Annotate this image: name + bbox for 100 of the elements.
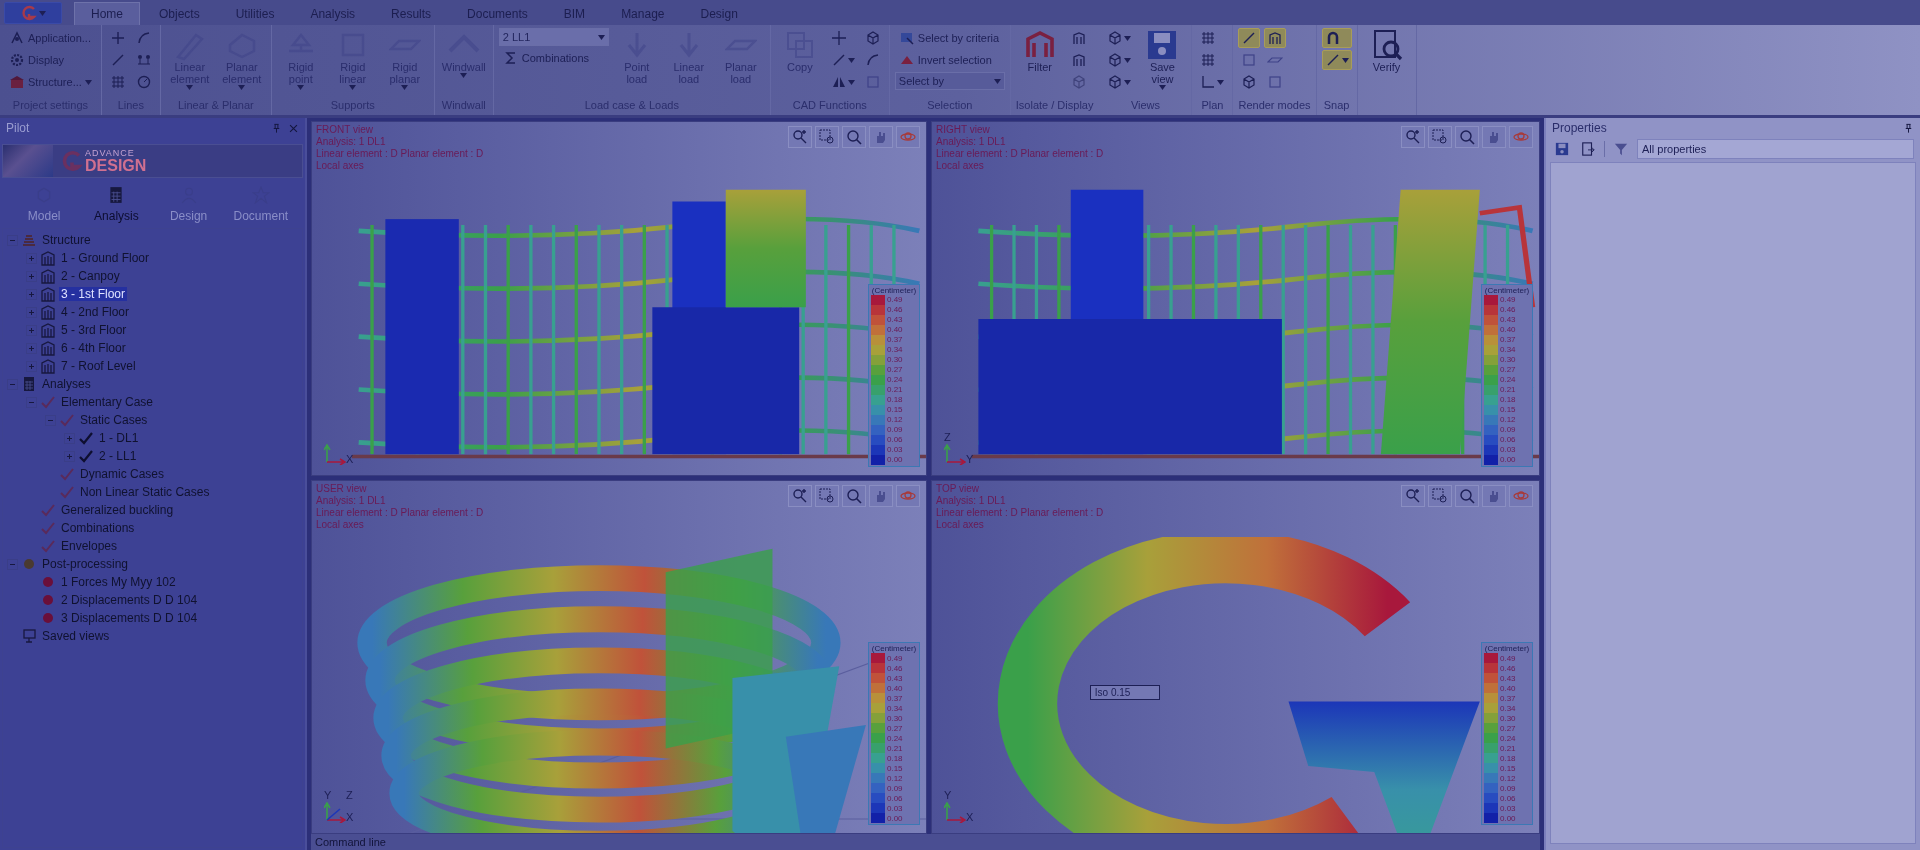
ribbon-tab[interactable]: Utilities [218,2,292,25]
group-title: Views [1129,98,1162,113]
viewport-info: Analysis: 1 DL1 [316,136,386,148]
tool-button[interactable] [1321,50,1352,70]
tool-button[interactable] [1238,28,1261,48]
ribbon-button[interactable]: Structure... [5,72,96,92]
ribbon-button[interactable]: Select by criteria [894,28,1005,48]
zoom-window-button[interactable] [1428,126,1452,148]
tool-button[interactable] [1264,28,1287,48]
ribbon-tab[interactable]: Results [374,2,449,25]
expand-icon[interactable] [64,432,75,444]
ribbon-tab[interactable]: Design [683,2,755,25]
tree-item[interactable]: Envelopes [59,539,120,553]
pilot-tab[interactable]: Analysis [83,180,150,226]
tree-item[interactable]: 7 - Roof Level [59,359,138,373]
dropdown-field[interactable]: Select by [894,72,1005,90]
tree-item[interactable]: Structure [40,233,93,247]
application-menu-button[interactable] [4,2,62,24]
pan-button[interactable] [869,126,893,148]
tree-item[interactable]: 1 - Ground Floor [59,251,152,265]
ribbon-tab[interactable]: BIM [546,2,603,25]
ribbon-button[interactable]: Invert selection [894,50,1005,70]
tree-item[interactable]: 2 - LL1 [97,449,139,463]
zoom-button[interactable] [1455,484,1479,507]
ribbon-button[interactable]: Filter [1015,28,1064,74]
legend-value: 0.00 [887,813,903,823]
collapse-icon[interactable] [7,378,18,390]
pan-button[interactable] [1482,126,1506,148]
zoom-button[interactable] [842,484,866,507]
ribbon-tab[interactable]: Documents [450,2,545,25]
collapse-icon[interactable] [7,558,18,570]
tree-item[interactable]: Non Linear Static Cases [78,485,212,499]
tree-item[interactable]: Post-processing [40,557,131,571]
collapse-icon[interactable] [7,234,18,246]
tree-item[interactable]: 1 Forces My Myy 102 [59,575,178,589]
ribbon-button[interactable]: Save view [1138,28,1187,91]
legend-value: 0.00 [1500,455,1516,464]
expand-icon[interactable] [26,324,37,336]
zoom-window-button[interactable] [1428,484,1452,507]
ribbon-tab[interactable]: Manage [604,2,682,25]
expand-icon[interactable] [26,288,37,300]
tree-item[interactable]: 3 Displacements D D 104 [59,611,200,625]
orbit-button[interactable] [896,484,920,507]
tree-item[interactable]: Analyses [40,377,93,391]
ribbon-tab[interactable]: Objects [142,2,217,25]
tool-button[interactable] [1321,28,1352,48]
zoom-button[interactable] [1455,126,1479,148]
collapse-icon[interactable] [26,396,37,408]
pan-button[interactable] [1482,484,1506,507]
magnifier-plus-icon [792,487,808,504]
zoom-in-button[interactable] [1401,484,1425,507]
axis-label: Y [324,789,333,801]
ribbon-tab[interactable]: Analysis [293,2,373,25]
expand-icon[interactable] [26,360,37,372]
tree-item[interactable]: Dynamic Cases [78,467,167,481]
pilot-tab[interactable]: Design [155,180,222,226]
axis-label: Y [944,789,953,801]
zoom-window-button[interactable] [815,126,839,148]
tree-item[interactable]: Elementary Case [59,395,156,409]
zoom-in-button[interactable] [1401,126,1425,148]
checkmark-icon [59,466,75,482]
expand-icon[interactable] [64,450,75,462]
orbit-button[interactable] [1509,484,1533,507]
pilot-tab[interactable]: Model [11,180,78,226]
orbit-button[interactable] [1509,126,1533,148]
viewport-info: Local axes [316,160,364,172]
viewport-title: FRONT view [316,124,374,136]
ribbon-button[interactable]: Application... [5,28,96,48]
expand-icon[interactable] [26,252,37,264]
arc-icon [864,52,881,68]
zoom-in-button[interactable] [788,484,812,507]
tree-item[interactable]: 1 - DL1 [97,431,141,445]
pilot-tab[interactable]: Document [227,180,294,226]
ribbon-button[interactable]: Verify [1362,28,1411,74]
viewport-info: Analysis: 1 DL1 [936,136,1006,148]
tree-item[interactable]: Combinations [59,521,137,535]
collapse-icon[interactable] [45,414,56,426]
tree-item[interactable]: 2 Displacements D D 104 [59,593,200,607]
tree-item[interactable]: Saved views [40,629,112,643]
filter-field[interactable]: All properties [1637,139,1914,159]
tree-item[interactable]: 5 - 3rd Floor [59,323,129,337]
ribbon-button[interactable]: Combinations [498,48,609,68]
tree-item[interactable]: 2 - Canpoy [59,269,122,283]
zoom-window-button[interactable] [815,484,839,507]
caret-icon [38,10,46,16]
expand-icon[interactable] [26,342,37,354]
tree-item[interactable]: Static Cases [78,413,150,427]
zoom-button[interactable] [842,126,866,148]
zoom-in-button[interactable] [788,126,812,148]
ribbon-button[interactable]: Display [5,50,96,70]
orbit-button[interactable] [896,126,920,148]
expand-icon[interactable] [26,306,37,318]
pan-button[interactable] [869,484,893,507]
tree-item[interactable]: 4 - 2nd Floor [59,305,132,319]
tree-item[interactable]: 3 - 1st Floor [59,287,128,301]
tree-item[interactable]: 6 - 4th Floor [59,341,128,355]
ribbon-tab[interactable]: Home [74,2,140,25]
tree-item[interactable]: Generalized buckling [59,503,176,517]
cube-icon [1107,74,1124,90]
expand-icon[interactable] [26,270,37,282]
